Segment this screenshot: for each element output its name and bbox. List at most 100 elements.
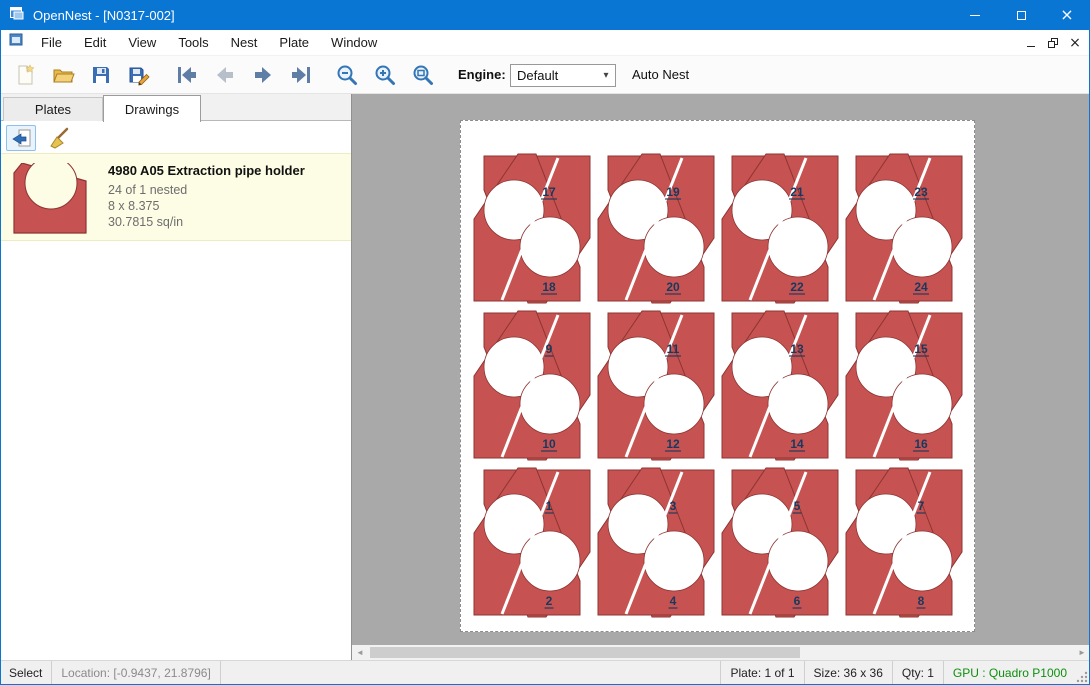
last-plate-button[interactable] bbox=[284, 59, 318, 91]
menu-edit[interactable]: Edit bbox=[73, 31, 117, 54]
nest-pair[interactable]: 34 bbox=[598, 468, 714, 617]
return-arrow-icon bbox=[9, 126, 33, 150]
part-number: 22 bbox=[790, 280, 804, 294]
drawing-list-item[interactable]: 4980 A05 Extraction pipe holder 24 of 1 … bbox=[0, 153, 351, 241]
new-file-icon bbox=[13, 63, 37, 87]
drawing-nested-count: 24 of 1 nested bbox=[108, 183, 187, 197]
nest-pair[interactable]: 23 24 bbox=[846, 154, 962, 303]
menu-view[interactable]: View bbox=[117, 31, 167, 54]
part-number: 1 bbox=[546, 499, 553, 513]
part-number: 6 bbox=[794, 594, 801, 608]
open-folder-icon bbox=[51, 63, 75, 87]
previous-plate-button[interactable] bbox=[208, 59, 242, 91]
new-button[interactable] bbox=[8, 59, 42, 91]
nest-pair[interactable]: 1516 bbox=[846, 311, 962, 460]
zoom-in-icon bbox=[373, 63, 397, 87]
mdi-restore-button[interactable] bbox=[1042, 33, 1064, 53]
pipe-notch-lower bbox=[644, 374, 704, 434]
part-number: 15 bbox=[914, 342, 928, 356]
zoom-fit-button[interactable] bbox=[406, 59, 440, 91]
app-icon bbox=[9, 5, 25, 26]
part-thumbnail bbox=[8, 159, 96, 237]
maximize-button[interactable] bbox=[998, 0, 1044, 30]
scroll-left-icon[interactable]: ◄ bbox=[352, 648, 368, 657]
menu-plate[interactable]: Plate bbox=[268, 31, 320, 54]
tab-plates[interactable]: Plates bbox=[3, 97, 103, 121]
auto-nest-button[interactable]: Auto Nest bbox=[632, 67, 689, 82]
scroll-right-icon[interactable]: ► bbox=[1074, 648, 1090, 657]
part-number: 3 bbox=[670, 499, 677, 513]
pipe-notch-lower bbox=[892, 217, 952, 277]
nest-pair[interactable]: 78 bbox=[846, 468, 962, 617]
pipe-notch-lower bbox=[768, 531, 828, 591]
pipe-notch-lower bbox=[520, 531, 580, 591]
menu-file[interactable]: File bbox=[30, 31, 73, 54]
next-plate-button[interactable] bbox=[246, 59, 280, 91]
plate: 171819202122232491011121314151612345678 bbox=[460, 120, 975, 632]
horizontal-scrollbar[interactable]: ◄ ► bbox=[352, 645, 1090, 660]
part-number: 7 bbox=[918, 499, 925, 513]
save-edit-icon bbox=[127, 63, 151, 87]
nest-pair[interactable]: 1920 bbox=[598, 154, 714, 303]
zoom-out-button[interactable] bbox=[330, 59, 364, 91]
save-edit-button[interactable] bbox=[122, 59, 156, 91]
nest-pair[interactable]: 1314 bbox=[722, 311, 838, 460]
minimize-button[interactable] bbox=[952, 0, 998, 30]
part-number: 23 bbox=[914, 185, 928, 199]
window-title: OpenNest - [N0317-002] bbox=[33, 8, 175, 23]
part-number: 20 bbox=[666, 280, 680, 294]
first-plate-button[interactable] bbox=[170, 59, 204, 91]
main-toolbar: Engine: Default ▾ Auto Nest bbox=[0, 56, 1090, 94]
open-button[interactable] bbox=[46, 59, 80, 91]
pipe-notch-lower bbox=[520, 217, 580, 277]
nest-pair[interactable]: 1112 bbox=[598, 311, 714, 460]
pipe-notch-lower bbox=[644, 217, 704, 277]
zoom-in-button[interactable] bbox=[368, 59, 402, 91]
part-number: 11 bbox=[667, 342, 680, 356]
first-arrow-icon bbox=[175, 63, 199, 87]
tab-drawings[interactable]: Drawings bbox=[103, 95, 201, 122]
part-number: 17 bbox=[542, 185, 556, 199]
minimize-icon bbox=[970, 15, 980, 16]
scrollbar-thumb[interactable] bbox=[370, 647, 800, 658]
part-number: 8 bbox=[918, 594, 925, 608]
return-part-button[interactable] bbox=[6, 125, 36, 151]
resize-grip[interactable] bbox=[1076, 661, 1090, 685]
engine-value: Default bbox=[511, 68, 597, 83]
save-button[interactable] bbox=[84, 59, 118, 91]
nest-pair[interactable]: 1718 bbox=[474, 154, 590, 303]
plate-indicator: Plate: 1 of 1 bbox=[720, 661, 803, 685]
engine-label: Engine: bbox=[458, 67, 506, 82]
mdi-close-icon: × bbox=[1069, 36, 1081, 50]
maximize-icon bbox=[1017, 11, 1026, 20]
nest-pair[interactable]: 2122 bbox=[722, 154, 838, 303]
gpu-indicator: GPU : Quadro P1000 bbox=[943, 661, 1076, 685]
drawing-area: 30.7815 sq/in bbox=[108, 215, 183, 229]
pipe-notch-lower bbox=[768, 217, 828, 277]
menu-tools[interactable]: Tools bbox=[167, 31, 219, 54]
location-indicator: Location: [-0.9437, 21.8796] bbox=[52, 661, 220, 685]
last-arrow-icon bbox=[289, 63, 313, 87]
menu-window[interactable]: Window bbox=[320, 31, 388, 54]
panel-toolbar bbox=[0, 122, 351, 153]
nest-canvas[interactable]: 171819202122232491011121314151612345678 … bbox=[352, 94, 1090, 660]
qty-indicator: Qty: 1 bbox=[892, 661, 943, 685]
mdi-close-button[interactable]: × bbox=[1064, 33, 1086, 53]
mdi-minimize-button[interactable] bbox=[1020, 33, 1042, 53]
save-icon bbox=[89, 63, 113, 87]
engine-select[interactable]: Default ▾ bbox=[510, 64, 616, 87]
part-number: 5 bbox=[794, 499, 801, 513]
menu-nest[interactable]: Nest bbox=[220, 31, 269, 54]
mdi-restore-icon bbox=[1048, 38, 1058, 48]
part-number: 2 bbox=[546, 594, 553, 608]
nest-pair[interactable]: 910 bbox=[474, 311, 590, 460]
pipe-notch-lower bbox=[520, 374, 580, 434]
drawing-size: 8 x 8.375 bbox=[108, 199, 159, 213]
clear-button[interactable] bbox=[44, 125, 74, 151]
nest-pair[interactable]: 12 bbox=[474, 468, 590, 617]
nest-pair[interactable]: 56 bbox=[722, 468, 838, 617]
tab-strip: Plates Drawings bbox=[0, 94, 351, 121]
title-bar[interactable]: OpenNest - [N0317-002] × bbox=[0, 0, 1090, 30]
part-number: 24 bbox=[914, 280, 928, 294]
close-button[interactable]: × bbox=[1044, 0, 1090, 30]
